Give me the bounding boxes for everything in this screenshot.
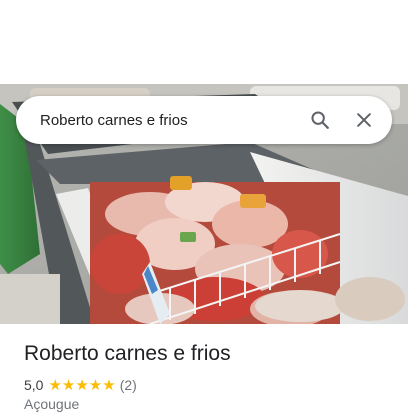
search-input[interactable] (16, 96, 298, 144)
place-info-panel: Roberto carnes e frios 5,0 ★★★★★ (2) Aço… (0, 324, 408, 412)
place-name[interactable]: Roberto carnes e frios (24, 342, 231, 366)
close-icon (357, 113, 371, 127)
top-blank-area (0, 0, 408, 84)
close-button[interactable] (342, 98, 386, 142)
rating-value: 5,0 (24, 377, 44, 393)
rating-row[interactable]: 5,0 ★★★★★ (2) (24, 376, 137, 394)
rating-stars: ★★★★★ (48, 377, 116, 394)
review-count[interactable]: (2) (120, 377, 137, 393)
place-category: Açougue (24, 396, 80, 412)
search-icon (311, 111, 329, 129)
search-button[interactable] (298, 98, 342, 142)
search-bar (16, 96, 392, 144)
